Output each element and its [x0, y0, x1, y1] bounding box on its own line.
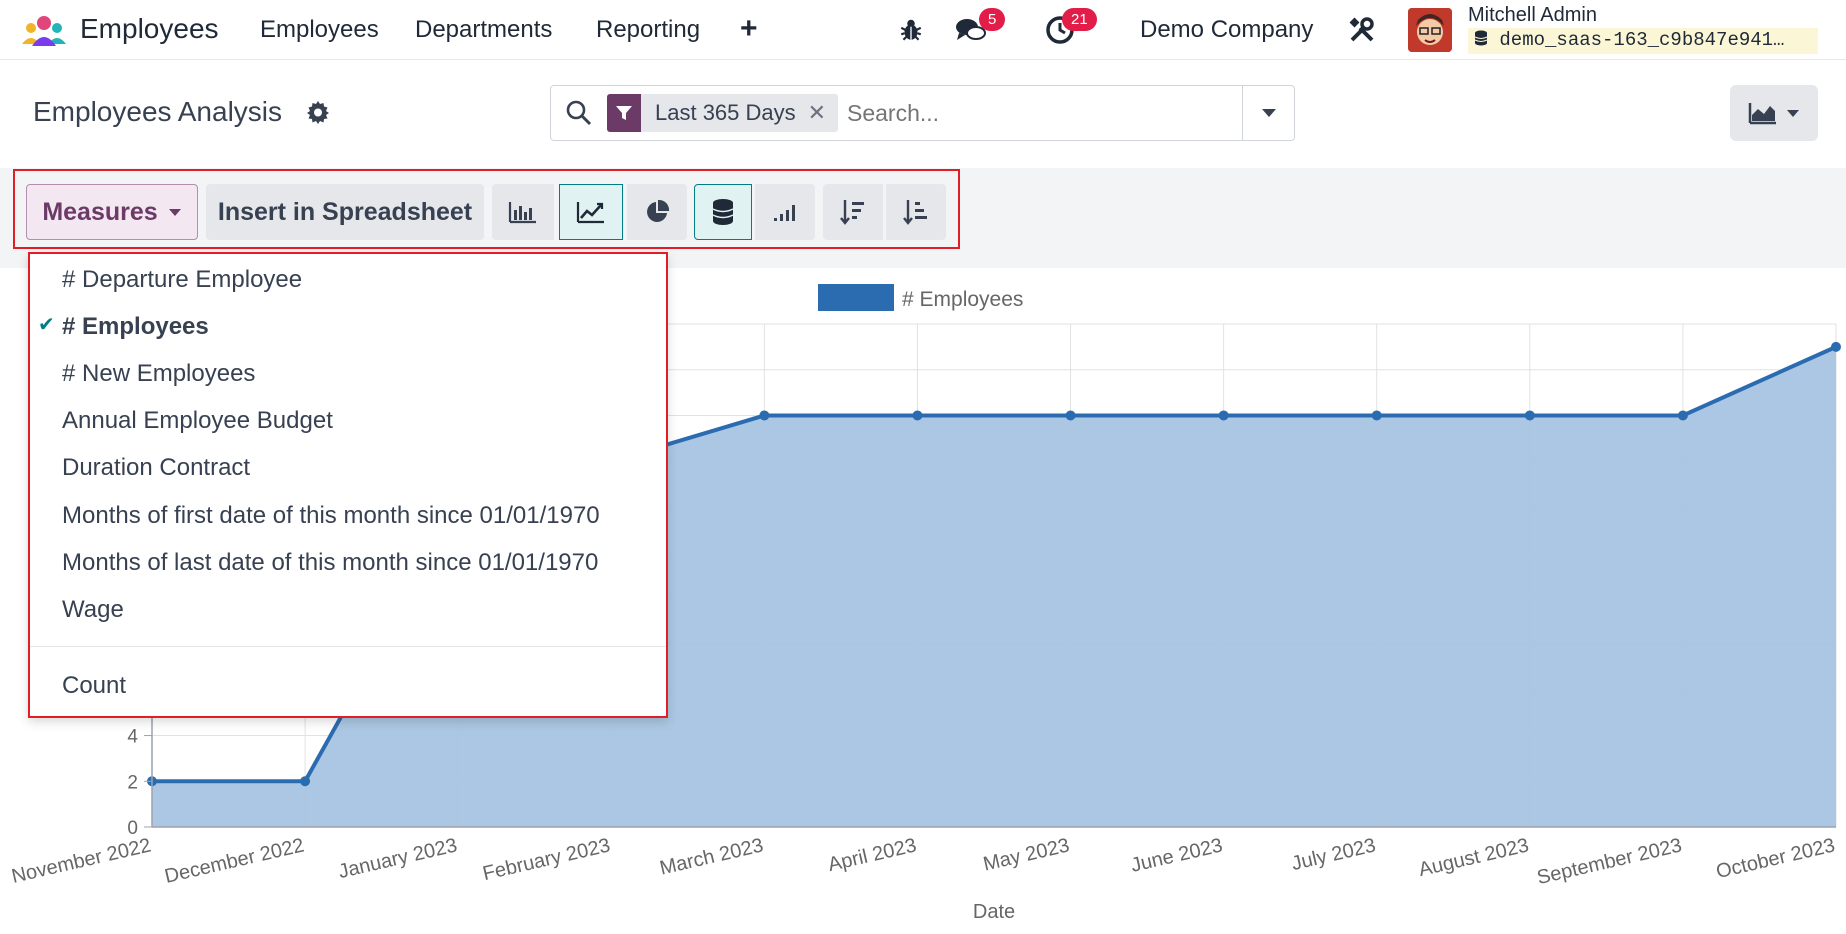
measures-dropdown: ✔ # Departure Employee # Employees # New…: [28, 252, 668, 718]
y-tick-label: 4: [127, 727, 138, 748]
x-tick-label: August 2023: [1417, 834, 1531, 881]
data-point: [1218, 410, 1229, 421]
caret-down-icon: [1787, 109, 1799, 117]
new-menu-plus-icon[interactable]: +: [740, 12, 758, 46]
top-navbar: Employees Employees Departments Reportin…: [0, 0, 1846, 60]
measure-months-last-date[interactable]: Months of last date of this month since …: [62, 549, 598, 577]
caret-down-icon: [168, 208, 181, 216]
filter-facet: Last 365 Days ✕: [607, 94, 839, 132]
measure-months-first-date[interactable]: Months of first date of this month since…: [62, 502, 600, 530]
database-icon: [1474, 30, 1488, 46]
x-tick-label: March 2023: [658, 834, 766, 879]
bar-chart-button[interactable]: [492, 184, 554, 240]
search-input[interactable]: [847, 100, 1227, 127]
tools-settings-icon[interactable]: [1346, 14, 1378, 46]
x-tick-label: October 2023: [1714, 834, 1837, 883]
menu-reporting[interactable]: Reporting: [596, 16, 700, 44]
user-name[interactable]: Mitchell Admin: [1468, 4, 1597, 27]
measure-new-employees[interactable]: # New Employees: [62, 360, 255, 388]
line-chart-button[interactable]: [559, 184, 623, 240]
company-switcher[interactable]: Demo Company: [1140, 16, 1313, 44]
data-point: [1524, 410, 1535, 421]
x-tick-label: July 2023: [1289, 834, 1377, 875]
measure-employees[interactable]: # Employees: [62, 313, 209, 341]
messages-badge: 5: [979, 8, 1006, 31]
database-name: demo_saas-163_c9b847e941…: [1468, 28, 1818, 54]
insert-in-spreadsheet-button[interactable]: Insert in Spreadsheet: [206, 184, 484, 240]
measures-button[interactable]: Measures: [26, 184, 198, 240]
data-point: [912, 410, 923, 421]
pie-chart-icon: [647, 199, 670, 222]
data-point: [1371, 410, 1382, 421]
remove-facet-icon[interactable]: ✕: [808, 100, 838, 126]
search-options-toggle[interactable]: [1242, 86, 1294, 140]
page-title: Employees Analysis: [33, 96, 283, 127]
activity-badge: 21: [1062, 8, 1097, 31]
gear-icon[interactable]: [306, 100, 330, 124]
legend-label: # Employees: [902, 288, 1023, 311]
menu-employees[interactable]: Employees: [260, 16, 379, 44]
database-stack-icon: [712, 199, 734, 225]
area-chart-icon: [1748, 103, 1776, 125]
dropdown-divider: [30, 646, 666, 647]
sort-ascending-icon: [903, 200, 927, 225]
measure-wage[interactable]: Wage: [62, 596, 124, 624]
pie-chart-button[interactable]: [627, 184, 687, 240]
bar-chart-icon: [508, 202, 536, 224]
x-tick-label: June 2023: [1129, 834, 1225, 876]
facet-label: Last 365 Days: [655, 100, 796, 125]
measures-label: Measures: [42, 197, 158, 226]
measure-departure-employee[interactable]: # Departure Employee: [62, 266, 302, 294]
sort-descending-button[interactable]: [823, 184, 883, 240]
legend-swatch: [818, 284, 894, 311]
x-axis-title: Date: [973, 901, 1015, 923]
x-tick-label: September 2023: [1535, 834, 1684, 889]
stacked-toggle-button[interactable]: [694, 184, 752, 240]
measure-annual-employee-budget[interactable]: Annual Employee Budget: [62, 407, 333, 435]
x-tick-label: January 2023: [336, 834, 459, 883]
user-avatar[interactable]: [1408, 8, 1452, 52]
checkmark-icon: ✔: [38, 314, 55, 336]
signal-bars-icon: [774, 205, 795, 221]
x-tick-label: February 2023: [481, 834, 613, 885]
measure-duration-contract[interactable]: Duration Contract: [62, 454, 250, 482]
x-tick-label: December 2022: [163, 834, 307, 887]
x-tick-label: May 2023: [981, 834, 1072, 875]
x-tick-label: November 2022: [10, 834, 154, 887]
caret-down-icon: [1261, 109, 1276, 117]
filter-funnel-icon: [607, 94, 641, 132]
sort-ascending-button[interactable]: [886, 184, 946, 240]
data-point: [759, 410, 770, 421]
data-point: [1065, 410, 1076, 421]
data-point: [300, 776, 311, 787]
y-tick-label: 0: [127, 818, 138, 839]
cumulative-toggle-button[interactable]: [755, 184, 815, 240]
line-chart-icon: [576, 202, 604, 224]
view-switcher-button[interactable]: [1730, 85, 1818, 141]
sort-descending-icon: [840, 200, 864, 225]
debug-bug-icon[interactable]: [895, 14, 927, 46]
y-tick-label: 2: [127, 772, 138, 793]
data-point: [1677, 410, 1688, 421]
search-icon[interactable]: [565, 99, 593, 127]
app-name[interactable]: Employees: [80, 13, 219, 45]
search-bar: Last 365 Days ✕: [550, 85, 1295, 141]
database-label: demo_saas-163_c9b847e941…: [1499, 29, 1785, 51]
data-point: [1831, 341, 1841, 352]
menu-departments[interactable]: Departments: [415, 16, 552, 44]
measure-count[interactable]: Count: [62, 672, 126, 700]
employees-app-icon[interactable]: [20, 14, 68, 46]
x-tick-label: April 2023: [826, 834, 919, 876]
